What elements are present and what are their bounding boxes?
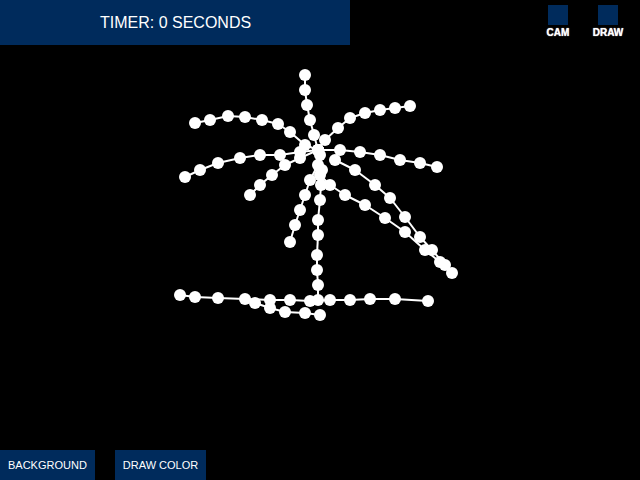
stroke-dot — [324, 294, 336, 306]
tool-group: CAM DRAW — [540, 0, 640, 38]
stroke-dot — [212, 292, 224, 304]
stroke-dot — [279, 159, 291, 171]
stroke-dot — [294, 204, 306, 216]
timer-label: TIMER: 0 SECONDS — [0, 0, 350, 45]
stroke-dot — [279, 306, 291, 318]
stroke-dot — [399, 211, 411, 223]
toolbar-button[interactable]: BACKGROUND — [0, 450, 95, 480]
stroke-dot — [384, 192, 396, 204]
stroke-dot — [404, 100, 416, 112]
tool-label[interactable]: CAM — [547, 27, 570, 38]
stroke-dot — [301, 99, 313, 111]
stroke — [249, 297, 326, 321]
stroke-dot — [314, 149, 326, 161]
stroke-dot — [319, 134, 331, 146]
header-bar: TIMER: 0 SECONDS CAM DRAW — [0, 0, 640, 45]
stroke-dot — [264, 302, 276, 314]
stroke-dot — [254, 179, 266, 191]
stroke-dot — [239, 111, 251, 123]
stroke-dot — [314, 309, 326, 321]
tool-button[interactable]: DRAW — [590, 5, 626, 38]
stroke-dot — [422, 295, 434, 307]
stroke-dot — [332, 122, 344, 134]
stroke-dot — [204, 114, 216, 126]
stroke-dot — [339, 189, 351, 201]
stroke-dot — [299, 69, 311, 81]
stroke-dot — [394, 154, 406, 166]
stroke — [244, 144, 324, 201]
stroke-dot — [299, 84, 311, 96]
stroke-dot — [311, 249, 323, 261]
stroke-dot — [304, 295, 316, 307]
stroke-dot — [299, 189, 311, 201]
stroke-dot — [389, 293, 401, 305]
stroke-dot — [312, 229, 324, 241]
stroke-dot — [284, 294, 296, 306]
stroke-dot — [272, 118, 284, 130]
stroke-dot — [304, 114, 316, 126]
stroke-dot — [369, 179, 381, 191]
stroke-dot — [316, 164, 328, 176]
stroke-dot — [222, 110, 234, 122]
stroke-dot — [311, 264, 323, 276]
stroke-dot — [349, 164, 361, 176]
stroke-dot — [364, 293, 376, 305]
stroke-dot — [308, 129, 320, 141]
stroke — [174, 289, 434, 307]
stroke-dot — [414, 231, 426, 243]
stroke-dot — [344, 294, 356, 306]
stroke-dot — [359, 199, 371, 211]
stroke — [329, 154, 451, 271]
stroke-dot — [194, 164, 206, 176]
stroke-dot — [315, 179, 327, 191]
stroke-dot — [294, 152, 306, 164]
stroke-dot — [312, 279, 324, 291]
stroke — [312, 144, 443, 173]
stroke-dot — [266, 169, 278, 181]
tool-box-icon[interactable] — [548, 5, 568, 25]
stroke-dot — [284, 236, 296, 248]
tool-label[interactable]: DRAW — [593, 27, 624, 38]
stroke-dot — [374, 149, 386, 161]
stroke-dot — [179, 171, 191, 183]
stroke-dot — [314, 194, 326, 206]
stroke-dot — [344, 112, 356, 124]
tool-button[interactable]: CAM — [540, 5, 576, 38]
stroke-dot — [374, 104, 386, 116]
stroke-dot — [289, 219, 301, 231]
toolbar-button[interactable]: DRAW COLOR — [115, 450, 206, 480]
footer-bar: BACKGROUND DRAW COLOR — [0, 450, 640, 480]
stroke-dot — [426, 244, 438, 256]
drawing-area — [0, 45, 640, 450]
stroke — [314, 169, 458, 279]
stroke-dot — [174, 289, 186, 301]
stroke-dot — [234, 152, 246, 164]
stroke-dot — [379, 212, 391, 224]
stroke-dot — [414, 157, 426, 169]
stroke-dot — [284, 126, 296, 138]
stroke-dot — [359, 107, 371, 119]
stroke-dot — [312, 214, 324, 226]
stroke-dot — [389, 102, 401, 114]
stroke-dot — [189, 291, 201, 303]
stroke-dot — [254, 149, 266, 161]
stroke-dot — [354, 146, 366, 158]
stroke-dot — [189, 117, 201, 129]
stroke-dot — [212, 157, 224, 169]
stroke-dot — [299, 307, 311, 319]
stroke-dot — [249, 297, 261, 309]
drawing-canvas[interactable] — [0, 0, 640, 480]
tool-box-icon[interactable] — [598, 5, 618, 25]
stroke-dot — [244, 189, 256, 201]
stroke-dot — [256, 114, 268, 126]
stroke — [311, 149, 328, 306]
stroke — [179, 144, 324, 183]
stroke-dot — [431, 161, 443, 173]
stroke-dot — [439, 259, 451, 271]
stroke-dot — [399, 226, 411, 238]
stroke-dot — [329, 154, 341, 166]
